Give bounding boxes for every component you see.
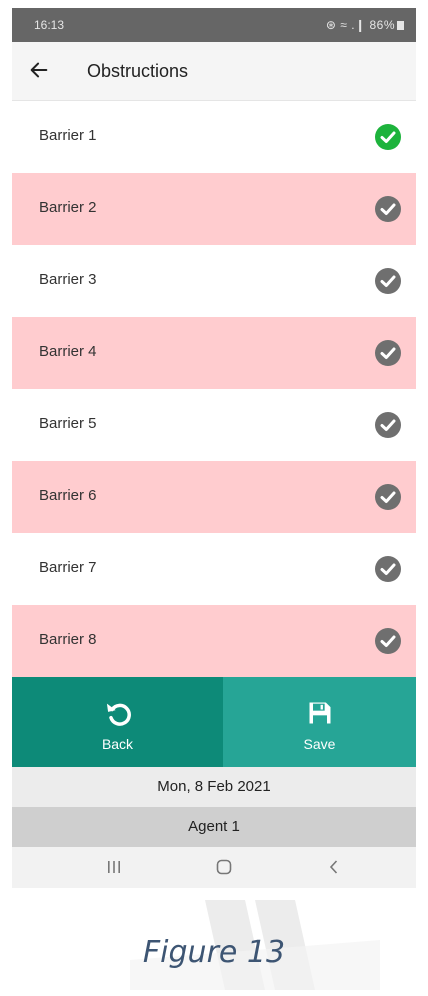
check-circle-icon[interactable]: [374, 555, 402, 583]
status-indicators: ⊛ ≈ .❙ 86%: [326, 18, 404, 32]
phone-screen: 16:13 ⊛ ≈ .❙ 86% Obstructions Barrier 1B…: [12, 8, 416, 888]
barrier-label: Barrier 3: [39, 271, 97, 288]
check-circle-icon[interactable]: [374, 411, 402, 439]
undo-icon: [106, 703, 131, 726]
check-circle-icon[interactable]: [374, 195, 402, 223]
save-button[interactable]: Save: [223, 677, 416, 767]
check-circle-icon[interactable]: [374, 483, 402, 511]
list-item[interactable]: Barrier 5: [12, 389, 416, 461]
status-bar: 16:13 ⊛ ≈ .❙ 86%: [12, 8, 416, 42]
barrier-label: Barrier 8: [39, 631, 97, 648]
check-circle-icon[interactable]: [374, 267, 402, 295]
list-item[interactable]: Barrier 6: [12, 461, 416, 533]
page-title: Obstructions: [87, 61, 189, 81]
check-circle-filled-icon[interactable]: [374, 123, 402, 151]
barrier-label: Barrier 4: [39, 343, 97, 360]
back-nav-icon[interactable]: [324, 857, 344, 877]
app-bar: Obstructions: [12, 42, 416, 101]
list-item[interactable]: Barrier 3: [12, 245, 416, 317]
action-bar: Back Save: [12, 677, 416, 767]
list-item[interactable]: Barrier 7: [12, 533, 416, 605]
system-nav-bar: [12, 847, 416, 888]
check-circle-icon[interactable]: [374, 339, 402, 367]
date-display: Mon, 8 Feb 2021: [12, 767, 416, 807]
list-item[interactable]: Barrier 8: [12, 605, 416, 677]
check-circle-icon[interactable]: [374, 627, 402, 655]
battery-percent: 86%: [369, 18, 395, 32]
save-button-label: Save: [303, 736, 336, 752]
list-item[interactable]: Barrier 2: [12, 173, 416, 245]
list-item[interactable]: Barrier 1: [12, 101, 416, 173]
barrier-label: Barrier 5: [39, 415, 97, 432]
agent-display: Agent 1: [12, 807, 416, 847]
floppy-disk-icon: [309, 702, 330, 724]
recent-apps-icon[interactable]: [104, 857, 124, 877]
barrier-list: Barrier 1 Barrier 2 Barrier 3 Barrier 4 Barr…: [12, 101, 416, 677]
back-button[interactable]: Back: [12, 677, 223, 767]
figure-caption: Figure 13: [142, 935, 286, 970]
barrier-label: Barrier 2: [39, 199, 97, 216]
list-item[interactable]: Barrier 4: [12, 317, 416, 389]
barrier-label: Barrier 7: [39, 559, 97, 576]
arrow-left-icon[interactable]: [28, 59, 50, 81]
battery-icon: [397, 21, 404, 30]
barrier-label: Barrier 1: [39, 127, 97, 144]
back-button-label: Back: [101, 736, 134, 752]
signal-icons: ⊛ ≈ .❙: [325, 18, 366, 32]
home-icon[interactable]: [214, 857, 234, 877]
status-time: 16:13: [34, 18, 65, 32]
barrier-label: Barrier 6: [39, 487, 97, 504]
